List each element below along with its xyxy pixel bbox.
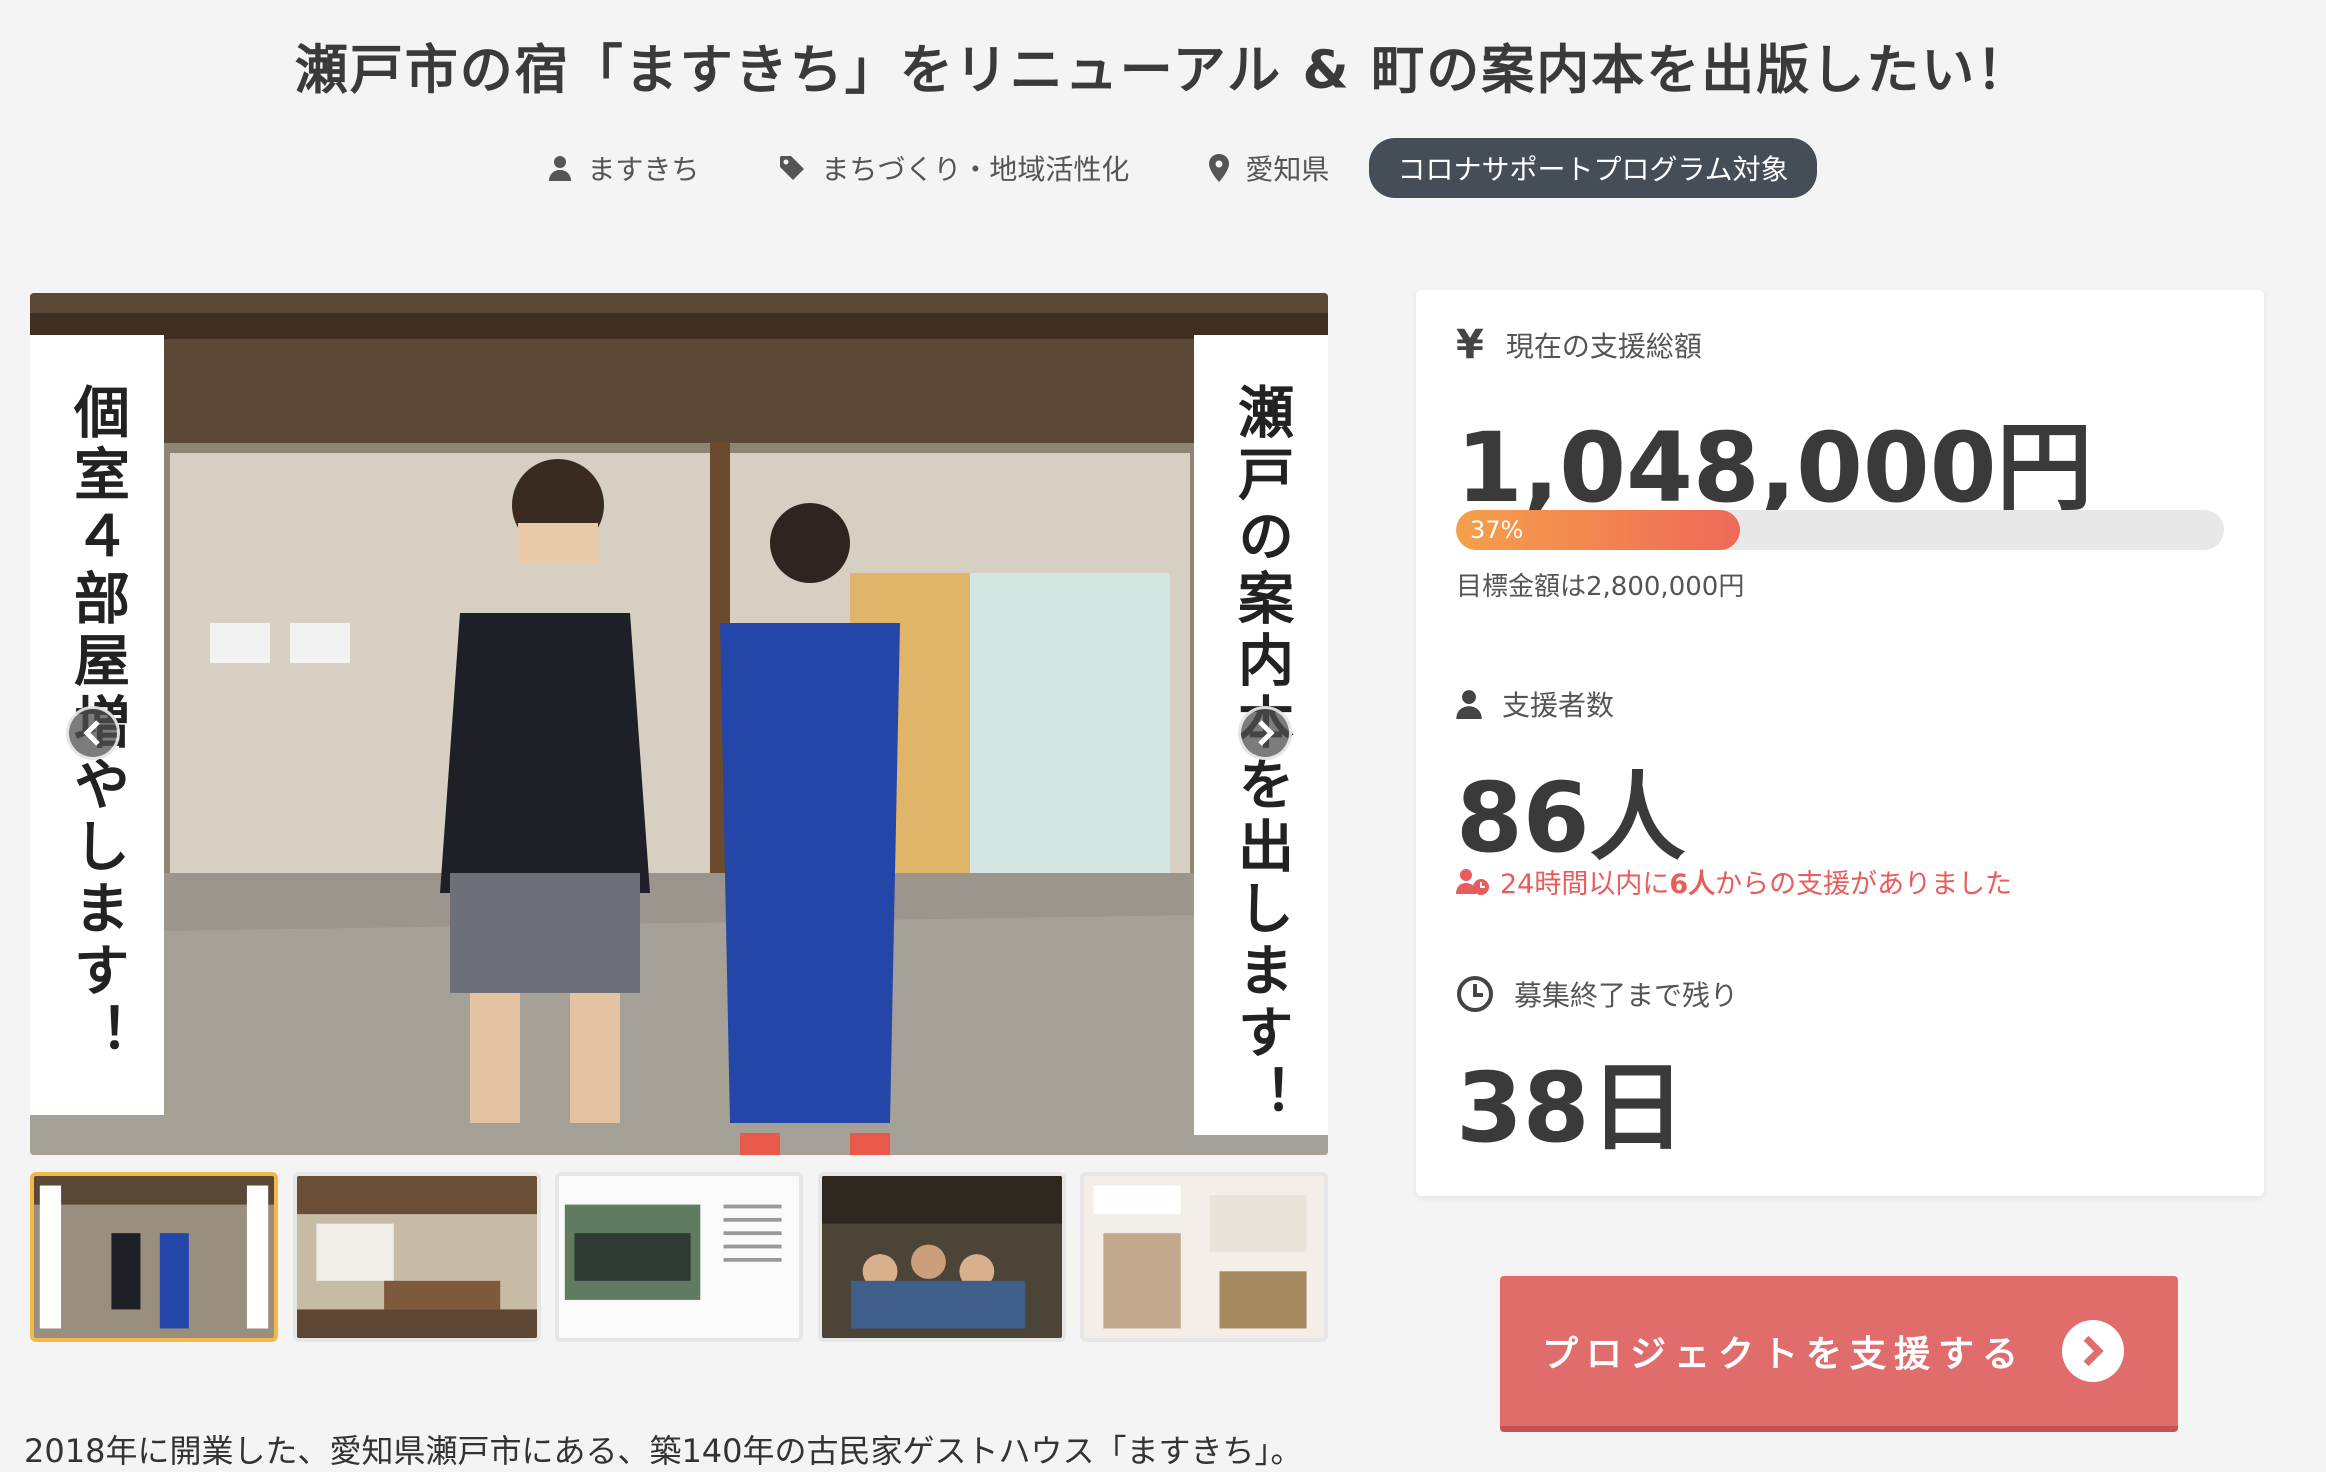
remaining-label: 募集終了まで残り bbox=[1514, 979, 1739, 1012]
thumbnail-1[interactable] bbox=[30, 1172, 278, 1342]
user-clock-icon bbox=[1456, 868, 1489, 895]
total-label: 現在の支援総額 bbox=[1505, 330, 1702, 363]
support-button-label: プロジェクトを支援する bbox=[1542, 1334, 2027, 1375]
backers-count: 86人 bbox=[1456, 762, 1686, 874]
location-pin-icon bbox=[1209, 154, 1230, 182]
hero-image: 個室４部屋増やします！ 瀬戸の案内本を出します！ bbox=[30, 293, 1328, 1155]
project-meta: ますきち まちづくり・地域活性化 愛知県 コロナサポートプログラム対象 bbox=[0, 138, 2326, 198]
total-amount: 1,048,000円 bbox=[1456, 412, 2093, 524]
recent-count: 6人 bbox=[1669, 869, 1716, 900]
category-name: まちづくり・地域活性化 bbox=[821, 153, 1130, 186]
funding-stats-card: ¥ 現在の支援総額 1,048,000円 37% 目標金額は2,800,000円… bbox=[1416, 290, 2264, 1196]
thumbnail-3-image bbox=[559, 1176, 799, 1338]
yen-icon: ¥ bbox=[1456, 322, 1484, 368]
meta-location[interactable]: 愛知県 bbox=[1209, 148, 1329, 188]
thumbnail-strip bbox=[30, 1172, 1328, 1342]
user-icon bbox=[549, 156, 572, 181]
remaining-label-row: 募集終了まで残り bbox=[1456, 974, 1738, 1014]
clock-icon bbox=[1457, 976, 1493, 1012]
arrow-circle-right-icon bbox=[2062, 1320, 2124, 1382]
owner-name: ますきち bbox=[587, 153, 700, 186]
thumbnail-5[interactable] bbox=[1080, 1172, 1328, 1342]
thumbnail-1-image bbox=[34, 1176, 274, 1338]
location-name: 愛知県 bbox=[1245, 153, 1330, 186]
meta-category[interactable]: まちづくり・地域活性化 bbox=[779, 148, 1129, 188]
user-icon bbox=[1456, 690, 1482, 719]
thumbnail-5-image bbox=[1084, 1176, 1324, 1338]
page-title: 瀬戸市の宿「ますきち」をリニューアル & 町の案内本を出版したい！ bbox=[294, 40, 2032, 101]
meta-owner[interactable]: ますきち bbox=[549, 148, 699, 188]
goal-amount: 目標金額は2,800,000円 bbox=[1456, 572, 1745, 602]
thumbnail-2-image bbox=[296, 1176, 537, 1338]
intro-text: 2018年に開業した、愛知県瀬戸市にある、築140年の古民家ゲストハウス「ますき… bbox=[24, 1432, 1303, 1470]
thumbnail-3[interactable] bbox=[555, 1172, 803, 1342]
backers-label-row: 支援者数 bbox=[1456, 684, 1614, 724]
thumbnail-4[interactable] bbox=[817, 1172, 1066, 1342]
support-project-button[interactable]: プロジェクトを支援する bbox=[1500, 1276, 2178, 1432]
corona-support-badge[interactable]: コロナサポートプログラム対象 bbox=[1369, 138, 1817, 198]
recent-prefix: 24時間以内に bbox=[1500, 869, 1670, 900]
thumbnail-4-image bbox=[821, 1176, 1062, 1338]
next-image-button[interactable] bbox=[1238, 706, 1292, 760]
chevron-right-icon bbox=[1258, 720, 1275, 746]
recent-suffix: からの支援がありました bbox=[1715, 869, 2013, 900]
hero-photo bbox=[30, 293, 1328, 1155]
remaining-days: 38日 bbox=[1456, 1052, 1686, 1164]
tag-icon bbox=[780, 156, 805, 180]
thumbnail-2[interactable] bbox=[292, 1172, 541, 1342]
funding-progress-bar: 37% bbox=[1456, 510, 2224, 550]
backers-label: 支援者数 bbox=[1502, 689, 1615, 722]
prev-image-button[interactable] bbox=[66, 706, 120, 760]
chevron-left-icon bbox=[83, 720, 100, 746]
progress-percent: 37% bbox=[1470, 516, 1524, 544]
total-label-row: ¥ 現在の支援総額 bbox=[1456, 322, 1702, 368]
progress-fill: 37% bbox=[1456, 510, 1741, 550]
recent-backers: 24時間以内に 6人 からの支援がありました bbox=[1456, 862, 2012, 901]
